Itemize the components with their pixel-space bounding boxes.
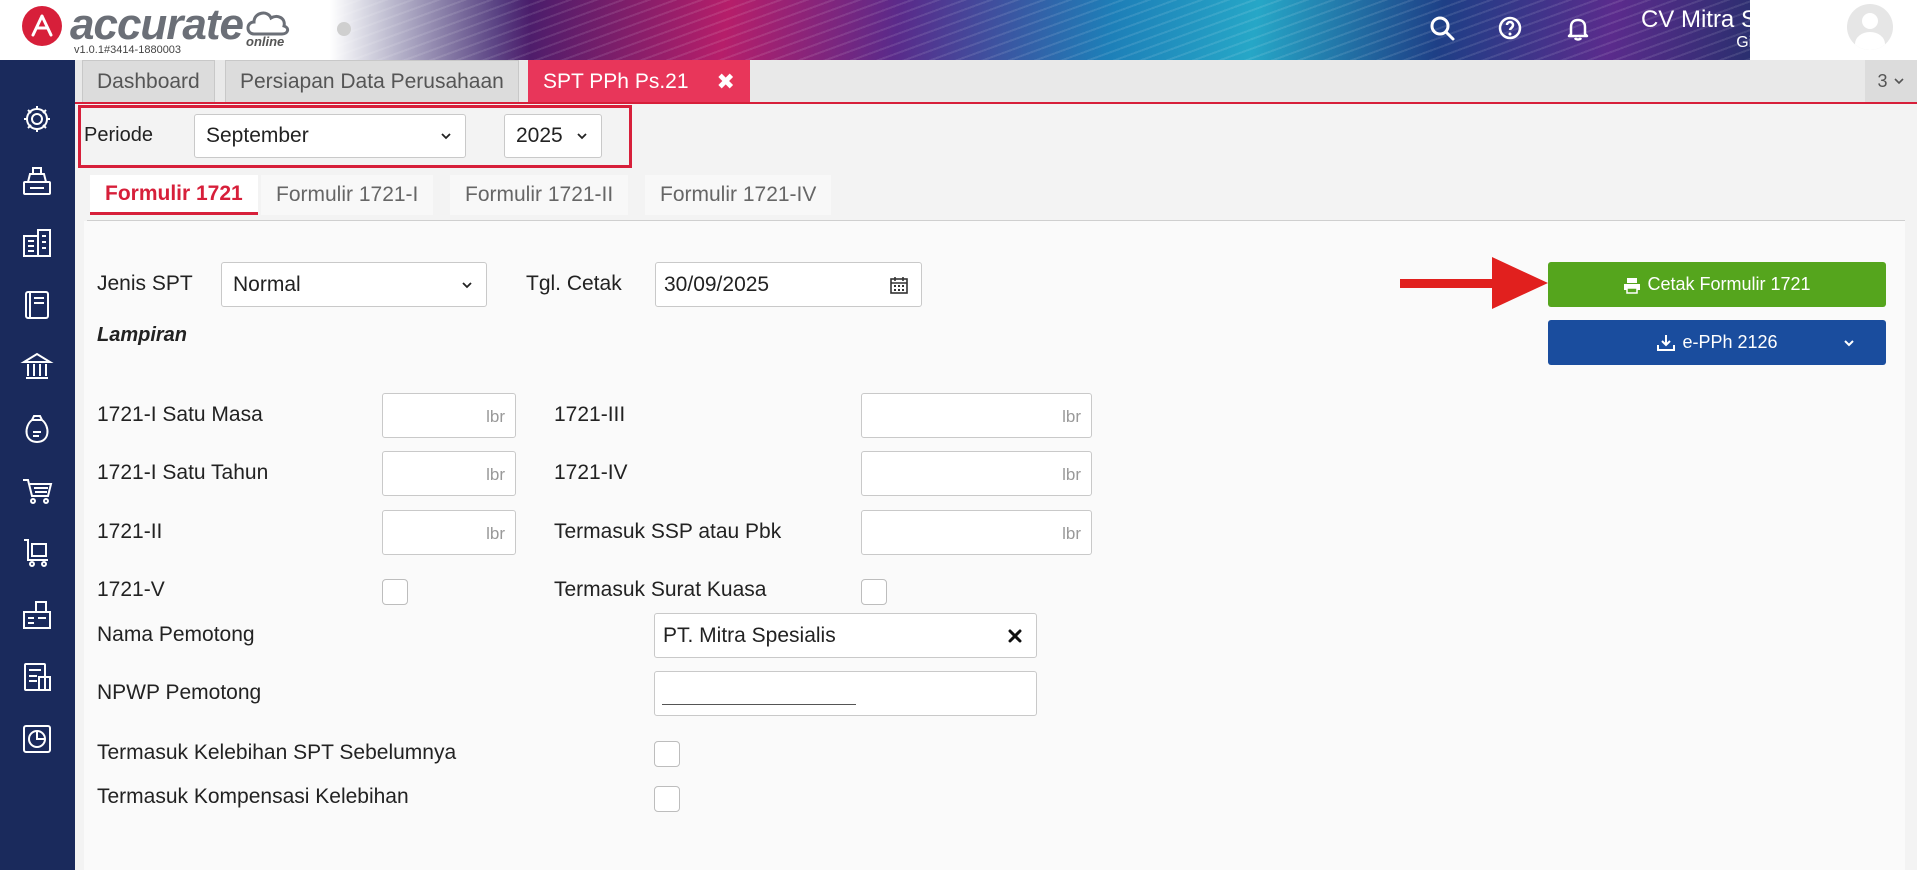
tab-formulir-1721-ii[interactable]: Formulir 1721-II [450, 175, 629, 215]
tab-counter[interactable]: 3 [1865, 60, 1917, 102]
tgl-cetak-label: Tgl. Cetak [526, 272, 622, 295]
tab-formulir-1721-iv[interactable]: Formulir 1721-IV [645, 175, 832, 215]
report-chart-icon[interactable] [18, 720, 56, 758]
tax-icon[interactable] [18, 658, 56, 696]
app-version: v1.0.1#3414-1880003 [74, 44, 182, 56]
bell-icon[interactable] [1562, 12, 1594, 44]
field-label: 1721-IV [554, 461, 628, 484]
calendar-icon[interactable] [889, 275, 909, 295]
nama-pemotong-input[interactable]: PT. Mitra Spesialis [654, 613, 1037, 658]
building-icon[interactable] [18, 224, 56, 262]
field-label: 1721-I Satu Masa [97, 403, 263, 426]
warehouse-icon[interactable] [18, 596, 56, 634]
logo-text: accurate [70, 0, 244, 49]
chevron-down-icon[interactable] [1842, 336, 1856, 350]
money-bag-icon[interactable] [18, 410, 56, 448]
year-select[interactable]: 2025 [504, 114, 602, 158]
e-pph-button[interactable]: e-PPh 2126 [1548, 320, 1886, 365]
status-dot [337, 22, 351, 36]
nama-pemotong-label: Nama Pemotong [97, 623, 255, 646]
npwp-pemotong-input[interactable] [654, 671, 1037, 716]
download-icon [1657, 334, 1676, 351]
search-icon[interactable] [1426, 12, 1458, 44]
jenis-spt-label: Jenis SPT [97, 272, 193, 295]
kelebihan-checkbox[interactable] [654, 741, 680, 767]
sidebar [0, 60, 75, 870]
npwp-pemotong-label: NPWP Pemotong [97, 681, 262, 704]
app-header: accurate online v1.0.1#3414-1880003 CV M… [0, 0, 1917, 60]
chevron-down-icon [577, 133, 587, 140]
surat-kuasa-label: Termasuk Surat Kuasa [554, 578, 767, 601]
1721-iii-input[interactable]: lbr [861, 393, 1092, 438]
kompensasi-checkbox[interactable] [654, 786, 680, 812]
tab-bar: Dashboard Persiapan Data Perusahaan SPT … [75, 60, 1917, 104]
chevron-down-icon [1893, 78, 1904, 85]
tab-persiapan-data[interactable]: Persiapan Data Perusahaan [225, 60, 519, 102]
tab-formulir-1721[interactable]: Formulir 1721 [90, 175, 258, 215]
field-label: Termasuk SSP atau Pbk [554, 520, 782, 543]
1721-ii-input[interactable]: lbr [382, 510, 516, 555]
chevron-down-icon [441, 133, 451, 140]
tab-spt-pph21[interactable]: SPT PPh Ps.21 ✖ [528, 60, 750, 102]
company-name[interactable]: CV Mitra Spesialis [1641, 6, 1837, 34]
purchase-cart-icon[interactable] [18, 534, 56, 572]
field-label: 1721-III [554, 403, 626, 426]
header-banner [330, 0, 1750, 60]
user-name[interactable]: Gita Fauziah [1736, 34, 1827, 52]
kompensasi-label: Termasuk Kompensasi Kelebihan [97, 785, 409, 808]
accurate-logo-icon[interactable] [22, 6, 62, 46]
periode-label: Periode [84, 124, 153, 146]
cart-icon[interactable] [18, 472, 56, 510]
chevron-down-icon [462, 281, 472, 288]
1721-v-label: 1721-V [97, 578, 165, 601]
field-label: 1721-II [97, 520, 163, 543]
kelebihan-label: Termasuk Kelebihan SPT Sebelumnya [97, 741, 457, 764]
bank-icon[interactable] [18, 348, 56, 386]
close-icon[interactable]: ✖ [717, 69, 735, 95]
chevron-down-icon[interactable] [1901, 18, 1913, 34]
field-label: 1721-I Satu Tahun [97, 461, 269, 484]
tgl-cetak-input[interactable]: 30/09/2025 [655, 262, 922, 307]
satu-masa-input[interactable]: lbr [382, 393, 516, 438]
book-icon[interactable] [18, 286, 56, 324]
satu-tahun-input[interactable]: lbr [382, 451, 516, 496]
gear-icon[interactable] [18, 100, 56, 138]
help-icon[interactable] [1494, 12, 1526, 44]
npwp-mask-underline [662, 704, 856, 705]
cash-register-icon[interactable] [18, 162, 56, 200]
tab-formulir-1721-i[interactable]: Formulir 1721-I [261, 175, 434, 215]
avatar[interactable] [1847, 4, 1893, 50]
logo-sub: online [246, 34, 285, 49]
1721-iv-input[interactable]: lbr [861, 451, 1092, 496]
lampiran-label: Lampiran [97, 324, 188, 346]
jenis-spt-select[interactable]: Normal [221, 262, 487, 307]
1721-v-checkbox[interactable] [382, 579, 408, 605]
surat-kuasa-checkbox[interactable] [861, 579, 887, 605]
ssp-pbk-input[interactable]: lbr [861, 510, 1092, 555]
red-arrow-icon [1400, 257, 1548, 309]
print-icon [1624, 277, 1641, 294]
clear-icon[interactable] [1008, 629, 1022, 643]
cetak-formulir-button[interactable]: Cetak Formulir 1721 [1548, 262, 1886, 307]
month-select[interactable]: September [194, 114, 466, 158]
tab-dashboard[interactable]: Dashboard [82, 60, 215, 102]
